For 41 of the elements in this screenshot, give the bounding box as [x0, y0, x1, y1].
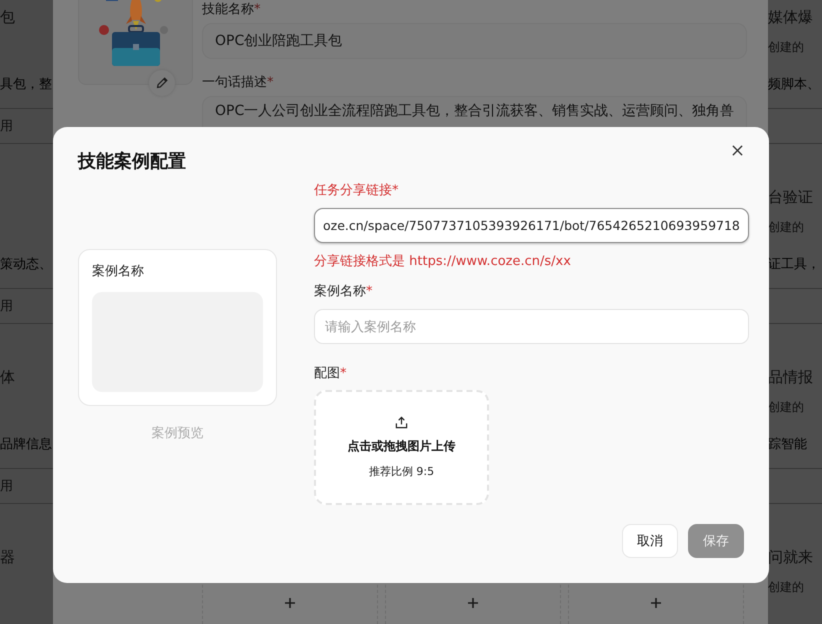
card-description: 品牌信息 [0, 436, 52, 453]
cancel-button[interactable]: 取消 [622, 524, 678, 558]
card-description: 策动态、 [0, 256, 52, 273]
card-title: 器 [0, 548, 15, 566]
close-icon [732, 145, 743, 156]
field-label: 技能名称* [202, 1, 262, 18]
upload-hint: 推荐比例 9:5 [368, 464, 434, 479]
field-label: 任务分享链接* [314, 182, 400, 200]
upload-icon [395, 416, 408, 429]
close-button[interactable] [731, 144, 744, 157]
card-title: 问就来 [768, 548, 813, 566]
preview-caption: 案例预览 [152, 425, 204, 442]
plus-icon [284, 597, 296, 609]
edit-avatar-button[interactable] [149, 70, 175, 96]
error-message: 分享链接格式是 https://www.coze.cn/s/xx [314, 253, 572, 270]
card-title: 台验证 [768, 188, 813, 206]
card-creator: 创建的 [768, 398, 804, 416]
pencil-icon [155, 76, 169, 90]
card-title: 包 [0, 8, 15, 26]
card-description: 证工具， [768, 256, 820, 273]
case-name-field[interactable]: 请输入案例名称 [314, 309, 749, 344]
upload-prompt: 点击或拖拽图片上传 [348, 438, 456, 455]
card-description: 频脚本、 [768, 76, 820, 93]
card-title: 媒体爆 [768, 8, 813, 26]
preview-title: 案例名称 [92, 263, 145, 280]
card-creator: 创建的 [768, 578, 804, 596]
card-description: 具包，整 [0, 76, 52, 93]
skill-name-field[interactable]: OPC创业陪跑工具包 [202, 23, 748, 59]
card-creator: 创建的 [768, 38, 804, 56]
card-title: 品情报 [768, 368, 813, 386]
field-label: 案例名称* [314, 283, 374, 301]
image-upload-area[interactable]: 点击或拖拽图片上传 推荐比例 9:5 [314, 390, 489, 505]
plus-icon [650, 597, 662, 609]
card-description: 踪智能 [768, 436, 807, 453]
field-label: 配图* [314, 365, 348, 383]
field-label: 一句话描述* [202, 74, 274, 91]
plus-icon [467, 597, 479, 609]
share-link-field[interactable]: oze.cn/space/7507737105393926171/bot/7654265210693959718 [314, 208, 749, 243]
card-creator: 创建的 [768, 218, 804, 236]
dialog-title: 技能案例配置 [78, 150, 186, 174]
card-title: 体 [0, 368, 15, 386]
